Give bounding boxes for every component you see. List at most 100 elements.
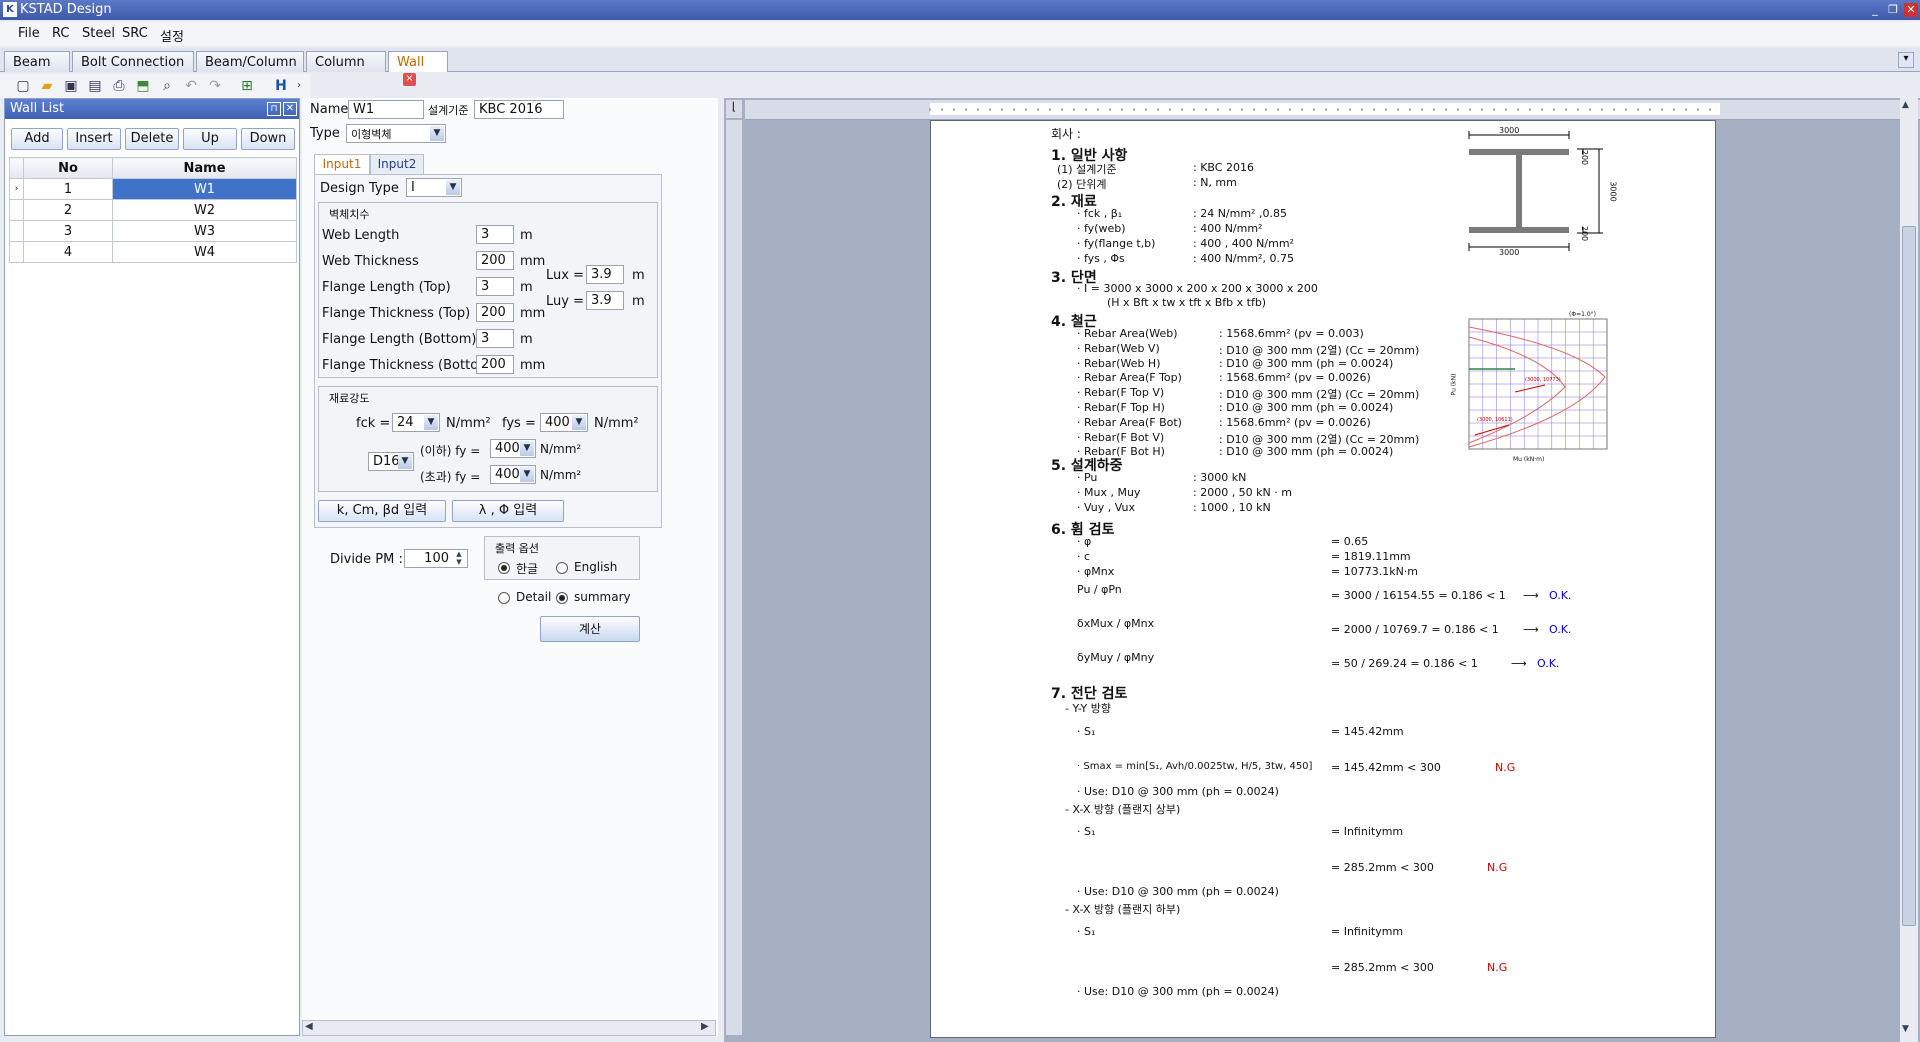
table-row[interactable]: 3 W3 <box>9 220 297 242</box>
col-no-header[interactable]: No <box>22 157 114 179</box>
xx-top-smax-value: = 285.2mm < 300 <box>1331 861 1434 874</box>
close-tab-icon[interactable]: × <box>403 73 416 86</box>
cell-no[interactable]: 4 <box>22 241 114 263</box>
tab-bolt-connection[interactable]: Bolt Connection <box>72 51 194 72</box>
bar-select[interactable]: D16 ▼ <box>368 452 414 471</box>
save-all-icon[interactable]: ▤ <box>86 77 104 95</box>
code-input[interactable]: KBC 2016 <box>474 100 564 119</box>
cell-no[interactable]: 3 <box>22 220 114 242</box>
fck-value: 24 <box>397 415 414 430</box>
vertical-scrollbar[interactable]: ▲ ▼ <box>1900 98 1918 1042</box>
design-type-select[interactable]: I ▼ <box>406 178 462 197</box>
tab-beam[interactable]: Beam <box>4 51 70 72</box>
flex-my-value: = 50 / 269.24 = 0.186 < 1 <box>1331 657 1478 670</box>
scroll-left-icon[interactable]: ◀ <box>305 1021 313 1032</box>
flange-thickness-bottom-input[interactable]: 200 <box>476 355 514 374</box>
print-preview-icon[interactable]: ⌕ <box>158 77 176 95</box>
fy-under-select[interactable]: 400 ▼ <box>490 439 536 458</box>
menu-rc[interactable]: RC <box>52 26 69 41</box>
print-icon[interactable]: ⎙ <box>110 77 128 95</box>
insert-button[interactable]: Insert <box>67 128 121 150</box>
down-button[interactable]: Down <box>241 128 295 150</box>
table-row[interactable]: 4 W4 <box>9 241 297 263</box>
undo-icon[interactable]: ↶ <box>182 77 200 95</box>
tab-stop-icon[interactable]: ⌊ <box>726 100 742 118</box>
radio-detail[interactable] <box>498 592 510 604</box>
add-button[interactable]: Add <box>11 128 63 150</box>
calculate-button[interactable]: 계산 <box>540 616 640 642</box>
col-name-header[interactable]: Name <box>112 157 297 179</box>
fy-over-select[interactable]: 400 ▼ <box>490 465 536 484</box>
fys-select[interactable]: 400 ▼ <box>540 413 588 432</box>
row-selector[interactable] <box>9 241 24 263</box>
spinner-icon[interactable]: ▲ ▼ <box>452 550 466 567</box>
flange-length-bottom-input[interactable]: 3 <box>476 329 514 348</box>
new-file-icon[interactable]: ▢ <box>14 77 32 95</box>
cell-name[interactable]: W2 <box>112 199 297 221</box>
load-value: : 1000 , 10 kN <box>1193 501 1271 514</box>
lambda-phi-input-button[interactable]: λ , Φ 입력 <box>452 500 564 522</box>
row-selector[interactable] <box>9 199 24 221</box>
table-row[interactable]: 2 W2 <box>9 199 297 221</box>
fck-select[interactable]: 24 ▼ <box>392 413 440 432</box>
table-icon[interactable]: ⊞ <box>238 77 256 95</box>
menu-file[interactable]: File <box>18 26 40 41</box>
tab-wall[interactable]: Wall × <box>388 51 448 86</box>
save-icon[interactable]: ▣ <box>62 77 80 95</box>
lux-input[interactable]: 3.9 <box>586 265 624 284</box>
cell-name[interactable]: W1 <box>112 178 297 200</box>
s2-fys-value: : 400 N/mm², 0.75 <box>1193 252 1294 265</box>
yy-direction: - Y-Y 방향 <box>1065 702 1111 715</box>
tab-input1[interactable]: Input1 <box>314 154 370 174</box>
radio-summary[interactable] <box>556 592 568 604</box>
cell-no[interactable]: 1 <box>22 178 114 200</box>
flex-mx-label: δxMux / φMnx <box>1077 617 1155 630</box>
menu-steel[interactable]: Steel <box>82 26 115 41</box>
scroll-down-icon[interactable]: ▼ <box>1902 1024 1909 1034</box>
cell-name[interactable]: W4 <box>112 241 297 263</box>
type-select[interactable]: 이형벽체 ▼ <box>346 124 446 143</box>
menu-settings[interactable]: 설정 <box>160 26 184 45</box>
scroll-up-icon[interactable]: ▲ <box>1902 100 1909 110</box>
menu-src[interactable]: SRC <box>122 26 148 41</box>
pin-icon[interactable]: ⊓ <box>267 102 281 116</box>
flange-length-top-input[interactable]: 3 <box>476 277 514 296</box>
flange-thickness-top-input[interactable]: 200 <box>476 303 514 322</box>
delete-button[interactable]: Delete <box>125 128 179 150</box>
web-thickness-input[interactable]: 200 <box>476 251 514 270</box>
k-cm-input-button[interactable]: k, Cm, βd 입력 <box>318 500 446 522</box>
radio-english[interactable] <box>556 562 568 574</box>
pm-interaction-diagram <box>1468 318 1608 450</box>
cell-no[interactable]: 2 <box>22 199 114 221</box>
redo-icon[interactable]: ↷ <box>206 77 224 95</box>
name-input[interactable]: W1 <box>348 100 424 119</box>
web-length-input[interactable]: 3 <box>476 225 514 244</box>
minimize-icon[interactable]: _ <box>1868 3 1882 17</box>
rebar-value: : D10 @ 300 mm (ph = 0.0024) <box>1219 401 1394 414</box>
section-h-icon[interactable]: H <box>272 77 290 95</box>
open-folder-icon[interactable]: ▰ <box>38 77 56 95</box>
row-selector[interactable] <box>9 220 24 242</box>
radio-korean[interactable] <box>498 562 510 574</box>
type-value: 이형벽체 <box>351 128 392 141</box>
tab-input2[interactable]: Input2 <box>370 154 424 174</box>
cell-name[interactable]: W3 <box>112 220 297 242</box>
up-button[interactable]: Up <box>183 128 237 150</box>
tab-column[interactable]: Column <box>306 51 386 72</box>
tab-beam-column[interactable]: Beam/Column <box>196 51 304 72</box>
table-row[interactable]: › 1 W1 <box>9 178 297 200</box>
toolbar-more-icon[interactable]: › <box>290 77 308 95</box>
chevron-down-icon: ▼ <box>424 415 438 430</box>
luy-input[interactable]: 3.9 <box>586 291 624 310</box>
export-icon[interactable]: ⬒ <box>134 77 152 95</box>
scroll-right-icon[interactable]: ▶ <box>701 1021 709 1032</box>
scroll-thumb[interactable] <box>1902 226 1916 926</box>
panel-close-icon[interactable]: ✕ <box>283 102 297 116</box>
tab-beam-label: Beam <box>13 55 51 70</box>
horizontal-scrollbar[interactable]: ◀ ▶ <box>302 1020 716 1036</box>
pm-point-1: (3000, 10773) <box>1525 377 1561 383</box>
close-icon[interactable]: ✕ <box>1904 3 1918 17</box>
row-selector-icon[interactable]: › <box>9 178 24 200</box>
tab-list-icon[interactable]: ▾ <box>1898 52 1914 68</box>
restore-icon[interactable]: ❐ <box>1886 3 1900 17</box>
